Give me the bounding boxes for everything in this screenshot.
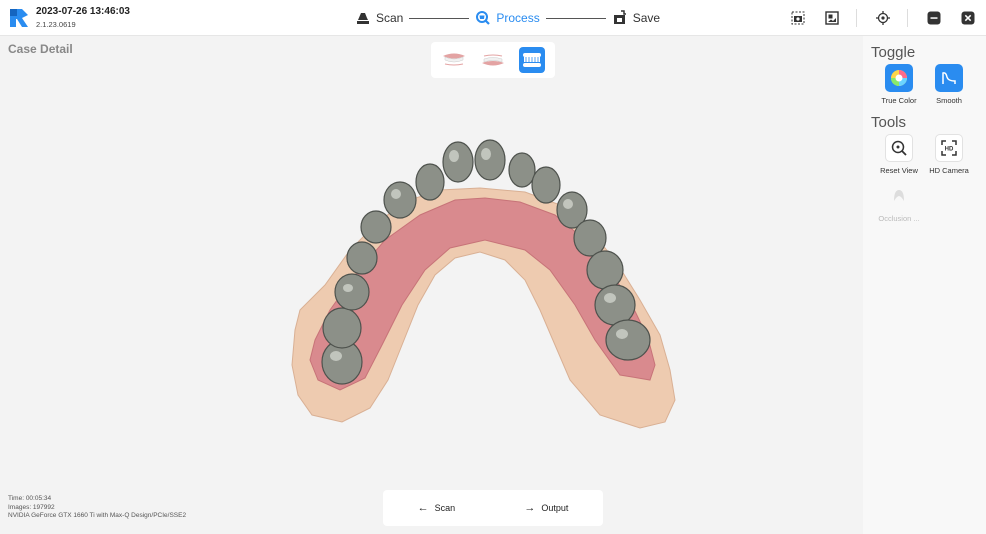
workflow-steps: Scan Process Save (355, 8, 660, 28)
step-save[interactable]: Save (612, 10, 660, 26)
image-count: Images: 197992 (8, 503, 55, 511)
close-icon (961, 11, 975, 25)
step-connector (409, 17, 470, 19)
back-to-scan-button[interactable]: ← Scan (418, 502, 456, 514)
version: 2.1.23.0619 (36, 20, 76, 29)
session-info: Time: 00:05:34 Images: 197992 NVIDIA GeF… (8, 495, 186, 521)
upper-jaw-button[interactable] (441, 47, 467, 73)
both-jaws-button[interactable] (519, 47, 545, 73)
toolbar-divider (856, 9, 857, 27)
minimize-icon (927, 11, 941, 25)
dental-arch-model (291, 139, 676, 429)
screenshot-icon (791, 11, 805, 25)
occlusion-icon (894, 190, 904, 201)
image-gallery-button[interactable] (824, 10, 840, 26)
true-color-label: True Color (881, 96, 917, 105)
screenshot-button[interactable] (790, 10, 806, 26)
reset-view-label: Reset View (880, 166, 918, 175)
step-scan-label: Scan (376, 11, 404, 25)
arrow-right-icon: → (524, 502, 536, 514)
lower-jaw-icon (482, 54, 504, 66)
step-connector (545, 17, 606, 19)
save-icon (613, 10, 626, 24)
occlusion-label: Occlusion ... (878, 214, 920, 223)
window-toolbar (772, 9, 976, 27)
locate-icon (876, 11, 890, 25)
step-save-label: Save (632, 11, 661, 25)
tools-heading: Tools (871, 114, 907, 131)
arrow-left-icon: ← (417, 502, 429, 514)
smooth-icon (942, 72, 956, 84)
reset-view-button[interactable]: Reset View (871, 134, 927, 175)
page-title: Case Detail (8, 42, 73, 56)
app-logo-icon (8, 7, 30, 29)
true-color-toggle[interactable]: True Color (871, 64, 927, 105)
bottom-navigation: ← Scan → Output (383, 490, 603, 526)
back-label: Scan (434, 503, 456, 513)
output-label: Output (541, 503, 569, 513)
toggle-heading: Toggle (871, 44, 916, 61)
occlusion-button[interactable]: Occlusion ... (871, 182, 927, 223)
smooth-toggle[interactable]: Smooth (921, 64, 977, 105)
upper-jaw-icon (443, 53, 465, 66)
step-process-label: Process (496, 11, 540, 25)
jaw-view-switch (431, 42, 555, 78)
locate-button[interactable] (875, 10, 891, 26)
top-bar: 2023-07-26 13:46:03 2.1.23.0619 Scan Pro… (0, 0, 986, 36)
both-jaws-icon (523, 53, 541, 67)
scan-icon (357, 13, 369, 24)
hd-camera-label: HD Camera (929, 166, 969, 175)
process-icon (476, 11, 491, 25)
close-button[interactable] (960, 10, 976, 26)
step-process[interactable]: Process (475, 10, 540, 26)
hd-camera-icon: HD (941, 140, 957, 156)
true-color-icon (891, 70, 907, 86)
smooth-label: Smooth (936, 96, 962, 105)
step-scan[interactable]: Scan (355, 10, 403, 26)
lower-jaw-button[interactable] (480, 47, 506, 73)
toolbar-divider (907, 9, 908, 27)
reset-view-icon (891, 140, 907, 156)
hd-camera-button[interactable]: HD HD Camera (921, 134, 977, 175)
output-button[interactable]: → Output (524, 502, 568, 514)
right-panel: Toggle True Color Smooth Tools Reset Vie… (863, 36, 986, 534)
scan-3d-viewport[interactable] (270, 110, 690, 440)
minimize-button[interactable] (926, 10, 942, 26)
time-elapsed: Time: 00:05:34 (8, 495, 52, 502)
timestamp: 2023-07-26 13:46:03 (36, 6, 130, 17)
svg-text:HD: HD (945, 147, 954, 153)
gpu-info: NVIDIA GeForce GTX 1660 Ti with Max-Q De… (8, 512, 187, 519)
image-gallery-icon (825, 11, 839, 25)
